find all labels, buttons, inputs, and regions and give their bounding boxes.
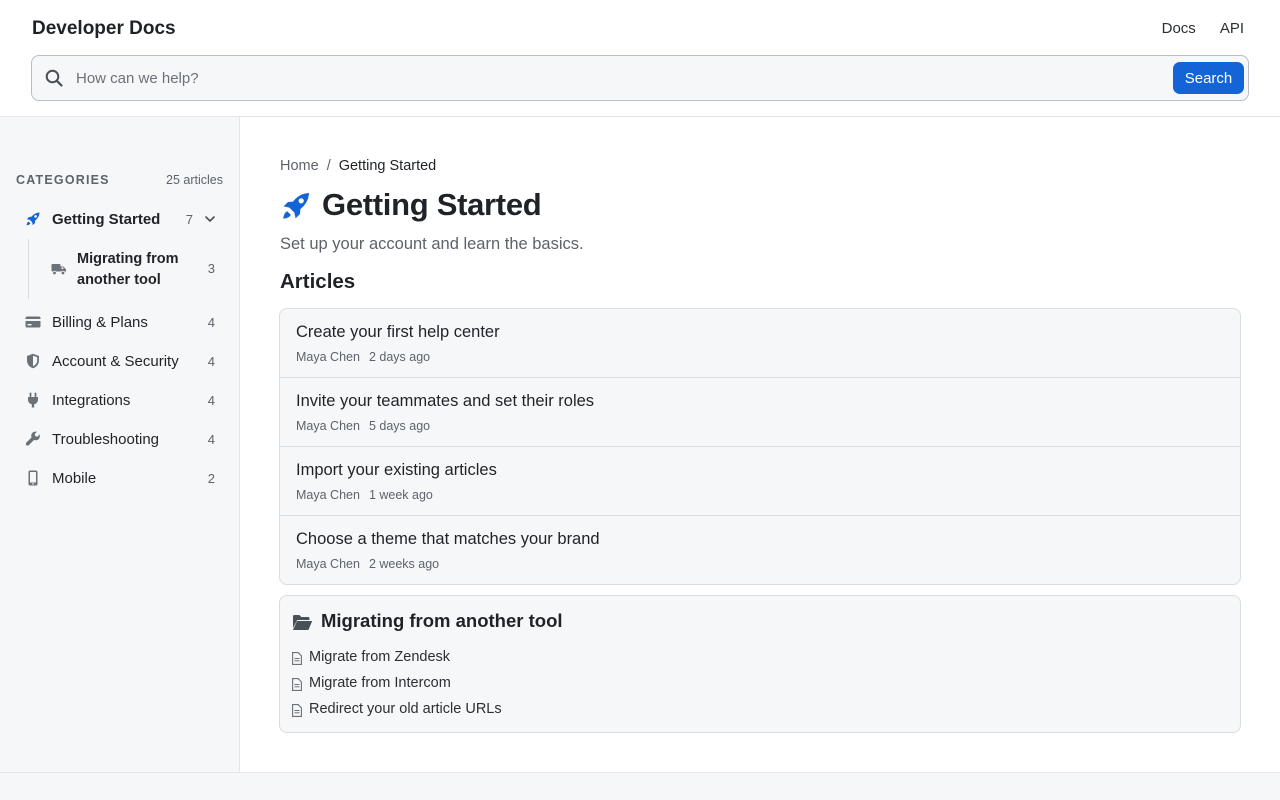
article-meta: Maya Chen 5 days ago — [296, 419, 430, 433]
document-icon — [292, 678, 302, 691]
article-item[interactable]: Import your existing articles Maya Chen … — [280, 447, 1240, 516]
subsection-link-label: Migrate from Zendesk — [309, 649, 451, 665]
article-author: Maya Chen — [296, 419, 360, 433]
sidebar-item-count: 4 — [207, 353, 215, 369]
article-time: 5 days ago — [368, 419, 431, 433]
subsection-link[interactable]: Migrate from Zendesk — [292, 647, 692, 669]
categories-article-count: 25 articles — [166, 173, 223, 187]
sidebar-subitem-count: 3 — [207, 261, 215, 276]
sidebar-item-count: 4 — [207, 431, 215, 447]
credit-card-icon — [25, 316, 41, 328]
sidebar-item-count: 4 — [207, 392, 215, 408]
categories-title: CATEGORIES — [16, 173, 110, 187]
articles-heading: Articles — [280, 270, 356, 293]
sidebar: CATEGORIES 25 articles Getting Started 7… — [0, 117, 240, 773]
document-icon — [292, 652, 302, 665]
article-title: Invite your teammates and set their role… — [296, 392, 595, 410]
article-time: 2 days ago — [368, 350, 431, 364]
sidebar-item-troubleshooting[interactable]: Troubleshooting 4 — [16, 423, 224, 455]
page-description: Set up your account and learn the basics… — [280, 235, 584, 253]
page-footer — [0, 772, 1280, 800]
sidebar-item-count: 4 — [207, 314, 215, 330]
sidebar-subitem-label: Migrating from another tool — [77, 251, 179, 288]
site-header: Developer Docs Docs API Search — [0, 0, 1280, 117]
sidebar-item-account-security[interactable]: Account & Security 4 — [16, 345, 224, 377]
sidebar-item-count: 7 — [185, 211, 193, 227]
sidebar-subitem-migrating[interactable]: Migrating from another tool 3 — [40, 245, 224, 293]
article-item[interactable]: Choose a theme that matches your brand M… — [280, 516, 1240, 584]
subsection-title[interactable]: Migrating from another tool — [321, 610, 563, 632]
sidebar-item-integrations[interactable]: Integrations 4 — [16, 384, 224, 416]
article-meta: Maya Chen 2 weeks ago — [296, 557, 439, 571]
sidebar-item-count: 2 — [207, 470, 215, 486]
sidebar-item-label: Billing & Plans — [52, 313, 148, 331]
article-title: Choose a theme that matches your brand — [296, 530, 600, 548]
search-input[interactable] — [76, 56, 1166, 100]
article-author: Maya Chen — [296, 488, 360, 502]
article-item[interactable]: Create your first help center Maya Chen … — [280, 309, 1240, 378]
article-time: 2 weeks ago — [368, 557, 440, 571]
sidebar-item-label: Mobile — [52, 469, 97, 487]
subsection-card: Migrating from another tool Migrate from… — [279, 595, 1241, 733]
search-icon — [45, 69, 63, 87]
plug-icon — [28, 392, 38, 408]
subsection-link-label: Redirect your old article URLs — [309, 701, 502, 717]
brand-name[interactable]: Developer Docs — [32, 18, 176, 40]
article-time: 1 week ago — [368, 488, 433, 502]
breadcrumb-separator: / — [326, 158, 331, 174]
sidebar-item-billing[interactable]: Billing & Plans 4 — [16, 306, 224, 338]
subsection-link[interactable]: Redirect your old article URLs — [292, 699, 692, 721]
folder-open-icon — [293, 615, 313, 630]
article-author: Maya Chen — [296, 557, 360, 571]
page-title: Getting Started — [322, 187, 542, 222]
truck-icon — [51, 264, 66, 276]
article-title: Create your first help center — [296, 323, 500, 341]
document-icon — [292, 704, 302, 717]
mobile-icon — [28, 470, 38, 486]
article-list: Create your first help center Maya Chen … — [279, 308, 1241, 585]
rocket-icon — [283, 193, 309, 219]
article-meta: Maya Chen 1 week ago — [296, 488, 433, 502]
nav-link-api[interactable]: API — [1220, 20, 1244, 37]
wrench-icon — [25, 431, 40, 446]
sidebar-item-label: Troubleshooting — [52, 430, 160, 448]
search-bar: Search — [31, 55, 1249, 101]
article-item[interactable]: Invite your teammates and set their role… — [280, 378, 1240, 447]
subsection-link-label: Migrate from Intercom — [309, 675, 451, 691]
shield-icon — [27, 353, 39, 369]
breadcrumb-current: Getting Started — [338, 158, 437, 174]
main-content: Home / Getting Started Getting Started S… — [240, 117, 1280, 773]
sidebar-item-label: Integrations — [52, 391, 131, 409]
sidebar-item-label: Account & Security — [52, 352, 179, 370]
sidebar-item-mobile[interactable]: Mobile 2 — [16, 462, 224, 494]
article-author: Maya Chen — [296, 350, 360, 364]
subnav-divider — [28, 239, 29, 299]
rocket-icon — [26, 212, 40, 226]
chevron-down-icon[interactable] — [204, 213, 216, 225]
article-meta: Maya Chen 2 days ago — [296, 350, 430, 364]
nav-link-docs[interactable]: Docs — [1162, 20, 1196, 37]
categories-header: CATEGORIES 25 articles — [16, 173, 223, 187]
subsection-link[interactable]: Migrate from Intercom — [292, 673, 692, 695]
sidebar-item-getting-started[interactable]: Getting Started 7 — [16, 203, 224, 235]
search-button[interactable]: Search — [1173, 62, 1244, 94]
sidebar-item-label: Getting Started — [52, 210, 161, 228]
top-nav: Docs API — [1162, 20, 1244, 37]
breadcrumb-home-link[interactable]: Home — [280, 158, 319, 174]
article-title: Import your existing articles — [296, 461, 497, 479]
breadcrumb: Home / Getting Started — [280, 158, 436, 174]
